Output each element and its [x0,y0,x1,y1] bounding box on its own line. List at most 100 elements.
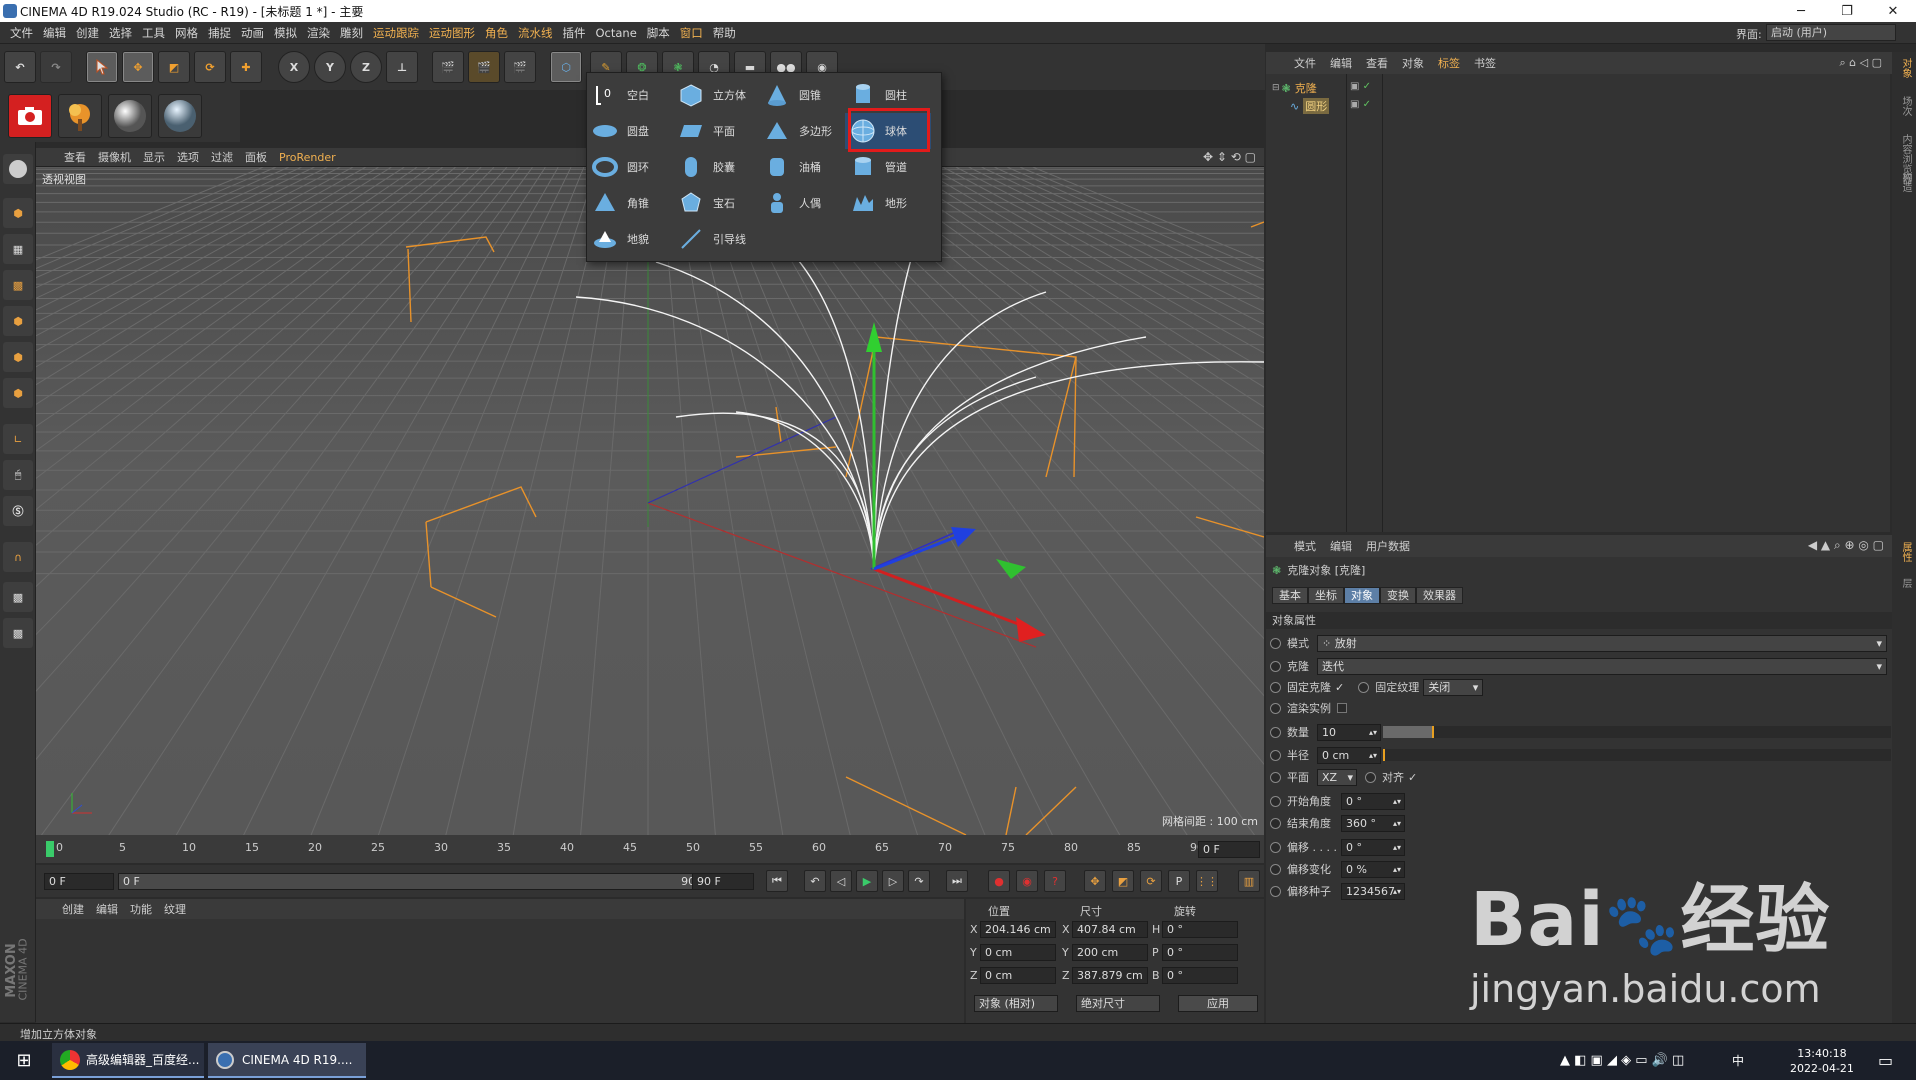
viewport-menu-camera[interactable]: 摄像机 [98,149,131,165]
start-angle-field[interactable]: 0 ° ▴▾ [1341,792,1405,810]
visibility-toggle-icon[interactable]: ▣ ✓ [1350,81,1371,92]
polygons-mode-icon[interactable]: ⬢ [3,378,33,408]
position-field[interactable]: 0 cm [980,967,1056,984]
end-angle-field[interactable]: 360 ° ▴▾ [1341,814,1405,832]
radius-field[interactable]: 0 cm ▴▾ [1317,746,1381,764]
octane-camera-icon[interactable] [8,94,52,138]
material-manager-area[interactable] [36,919,964,1023]
menu-character[interactable]: 角色 [485,25,508,41]
attr-menu-userdata[interactable]: 用户数据 [1366,538,1410,554]
coordinate-system-icon[interactable]: ⊥ [386,51,418,83]
viewport-nav-icons[interactable]: ✥ ⇕ ⟲ ▢ [1203,150,1256,164]
cube-item[interactable]: 立方体 [673,77,759,113]
tube-item[interactable]: 管道 [845,149,931,185]
goto-start-icon[interactable]: ⏮ [766,870,788,892]
undo-icon[interactable]: ↶ [4,51,36,83]
magnet-icon[interactable]: ∩ [3,542,33,572]
menu-tools[interactable]: 工具 [142,25,165,41]
apply-button[interactable]: 应用 [1178,995,1258,1012]
oil-tank-item[interactable]: 油桶 [759,149,845,185]
render-settings-icon[interactable]: 🎬 [504,51,536,83]
timeline-ruler[interactable]: 0 5 10 15 20 25 30 35 40 45 50 55 60 65 70 75 80 85 90 0 F [36,835,1264,863]
texture-mode-icon[interactable]: ▦ [3,234,33,264]
terrain-item[interactable]: 地形 [845,185,931,221]
rotation-field[interactable]: 0 ° [1162,944,1238,961]
key-param-icon[interactable]: P [1168,870,1190,892]
render-picture-viewer-icon[interactable]: 🎬 [468,51,500,83]
platonic-item[interactable]: 宝石 [673,185,759,221]
key-scale-icon[interactable]: ◩ [1112,870,1134,892]
layout-dropdown[interactable]: 启动 (用户) [1766,24,1896,41]
size-mode-dropdown[interactable]: 绝对尺寸 [1076,995,1160,1012]
side-tab[interactable]: 层 [1895,578,1913,588]
edges-mode-icon[interactable]: ⬢ [3,342,33,372]
menu-simulate[interactable]: 模拟 [274,25,297,41]
side-tab[interactable]: 场次 [1895,96,1913,116]
record-icon[interactable]: ● [988,870,1010,892]
object-row-cloner[interactable]: ⊟ ❃ 克隆 [1272,80,1317,96]
tray-icons[interactable]: ▲ ◧ ▣ ◢ ◈ ▭ 🔊 ◫ [1560,1043,1684,1078]
render-view-icon[interactable]: 🎬 [432,51,464,83]
restore-button[interactable]: ❐ [1824,0,1870,22]
size-field[interactable]: 407.84 cm [1072,921,1148,938]
offset-variation-field[interactable]: 0 % ▴▾ [1341,860,1405,878]
menu-plugins[interactable]: 插件 [563,25,586,41]
menu-file[interactable]: 文件 [10,25,33,41]
current-frame-field[interactable]: 0 F [1198,841,1260,858]
workplane-icon[interactable]: ▩ [3,270,33,300]
align-check[interactable]: ✓ [1408,771,1417,784]
landscape-item[interactable]: 地貌 [587,221,673,257]
z-axis-button[interactable]: Z [350,51,382,83]
points-mode-icon[interactable]: ⬢ [3,306,33,336]
tab-transform[interactable]: 变换 [1380,587,1416,604]
make-editable-icon[interactable] [3,154,33,184]
attr-menu-mode[interactable]: 模式 [1294,538,1316,554]
menu-sculpt[interactable]: 雕刻 [340,25,363,41]
start-frame-field[interactable]: 0 F [44,873,114,890]
count-slider[interactable] [1383,726,1891,738]
object-menu-objects[interactable]: 对象 [1402,55,1424,71]
polygon-item[interactable]: 多边形 [759,113,845,149]
object-search-icon[interactable]: ⌕ ⌂ ◁ ▢ [1840,56,1883,70]
viewport-menu-display[interactable]: 显示 [143,149,165,165]
disc-item[interactable]: 圆盘 [587,113,673,149]
tab-object[interactable]: 对象 [1344,587,1380,604]
workplane-rotate-icon[interactable]: ▩ [3,618,33,648]
render-instances-check[interactable] [1337,703,1347,713]
cube-primitive-icon[interactable]: ⬡ [550,51,582,83]
radius-slider[interactable] [1383,749,1891,761]
capsule-item[interactable]: 胶囊 [673,149,759,185]
plane-item[interactable]: 平面 [673,113,759,149]
scale-icon[interactable]: ◩ [158,51,190,83]
play-icon[interactable]: ▶ [856,870,878,892]
axis-mode-icon[interactable]: ∟ [3,424,33,454]
redo-icon[interactable]: ↷ [40,51,72,83]
object-menu-tags[interactable]: 标签 [1438,55,1460,71]
keyframe-selection-icon[interactable]: ? [1044,870,1066,892]
clone-dropdown[interactable]: 迭代 ▾ [1317,657,1887,675]
menu-help[interactable]: 帮助 [713,25,736,41]
size-field[interactable]: 200 cm [1072,944,1148,961]
lock-workplane-icon[interactable]: ▩ [3,582,33,612]
position-field[interactable]: 204.146 cm [980,921,1056,938]
key-position-icon[interactable]: ✥ [1084,870,1106,892]
viewport-menu-panel[interactable]: 面板 [245,149,267,165]
viewport-menu-filter[interactable]: 过滤 [211,149,233,165]
figure-item[interactable]: 人偶 [759,185,845,221]
end-frame-field[interactable]: 90 F [692,873,754,890]
rotation-field[interactable]: 0 ° [1162,921,1238,938]
material-menu-function[interactable]: 功能 [130,901,152,917]
next-key-icon[interactable]: ↷ [908,870,930,892]
range-slider[interactable]: 0 F 90 F [118,873,718,890]
taskbar-chrome[interactable]: 高级编辑器_百度经... [52,1043,204,1078]
visibility-toggle-icon-2[interactable]: ▣ ✓ [1350,99,1371,110]
autokey-icon[interactable]: ◉ [1016,870,1038,892]
menu-pipeline[interactable]: 流水线 [518,25,553,41]
pyramid-item[interactable]: 角锥 [587,185,673,221]
fix-clone-check[interactable]: ✓ [1335,681,1344,694]
prev-key-icon[interactable]: ↶ [804,870,826,892]
material-menu-edit[interactable]: 编辑 [96,901,118,917]
key-pla-icon[interactable]: ⋮⋮ [1196,870,1218,892]
clock[interactable]: 13:40:18 2022-04-21 [1790,1043,1854,1078]
attr-nav-icons[interactable]: ◀ ▲ ⌕ ⊕ ◎ ▢ [1808,538,1884,553]
